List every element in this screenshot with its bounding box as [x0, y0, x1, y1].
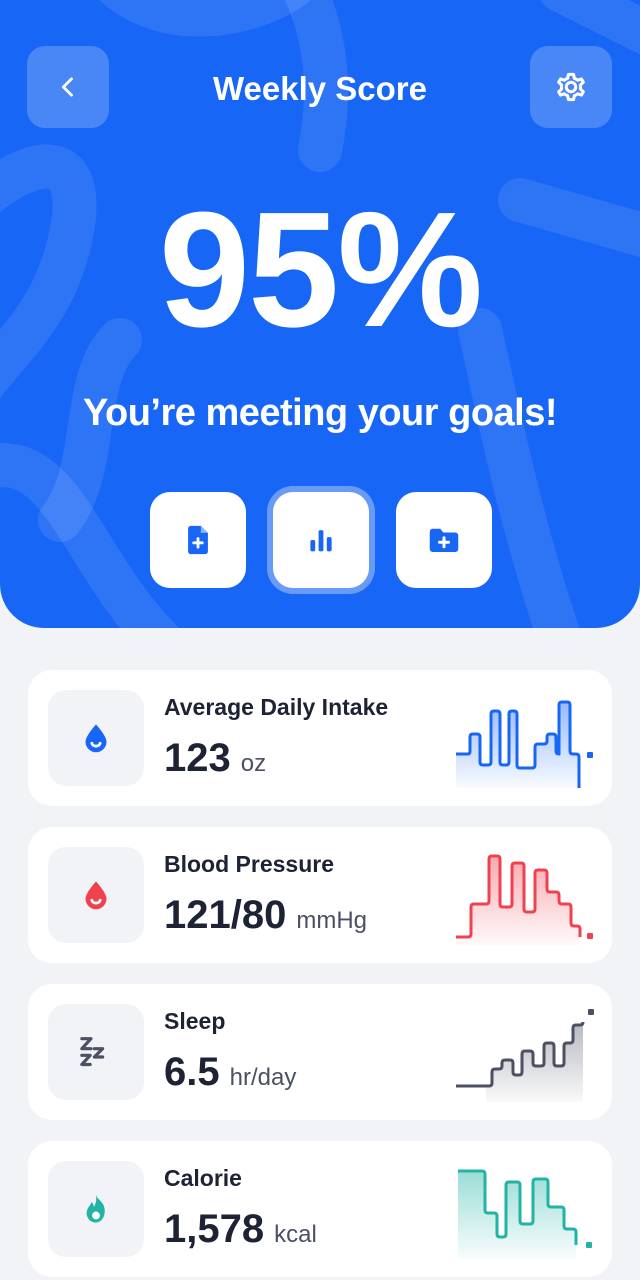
metric-value: 123 oz: [164, 736, 266, 781]
intake-sparkline: [456, 700, 593, 788]
metric-unit: mmHg: [296, 907, 368, 934]
score-message: You’re meeting your goals!: [82, 392, 558, 434]
metric-card-calorie[interactable]: Calorie 1,578 kcal: [28, 1141, 612, 1277]
metric-label: Calorie: [164, 1165, 242, 1191]
metric-icon-box: [48, 690, 144, 786]
metric-label: Sleep: [164, 1008, 226, 1034]
metric-card-sleep[interactable]: Sleep 6.5 hr/day: [28, 984, 612, 1120]
blood-pressure-sparkline: [456, 854, 593, 945]
sleep-zzz-icon: [80, 1037, 105, 1067]
metric-unit: kcal: [274, 1221, 317, 1248]
add-document-icon: [188, 525, 208, 555]
metric-label: Blood Pressure: [164, 851, 334, 877]
calorie-sparkline: [458, 1169, 592, 1259]
metric-icon-box: [48, 1004, 144, 1100]
metric-value: 6.5 hr/day: [164, 1050, 296, 1095]
score-header: Weekly Score 95% You’re meeting your goa…: [0, 0, 640, 628]
metric-card-blood-pressure[interactable]: Blood Pressure 121/80 mmHg: [28, 827, 612, 963]
chevron-left-icon: [61, 77, 73, 97]
metric-value: 121/80 mmHg: [164, 893, 367, 938]
add-document-button[interactable]: [150, 492, 246, 588]
bar-chart-icon: [310, 530, 332, 552]
metric-number: 123: [164, 736, 231, 780]
page-title: Weekly Score: [212, 70, 428, 107]
sleep-sparkline: [456, 1009, 594, 1102]
metric-icon-box: [48, 847, 144, 943]
metric-value: 1,578 kcal: [164, 1207, 317, 1252]
metric-number: 6.5: [164, 1050, 220, 1094]
add-folder-button[interactable]: [396, 492, 492, 588]
metric-icon-box: [48, 1161, 144, 1257]
blood-drop-icon: [85, 881, 107, 910]
metric-number: 121/80: [164, 893, 287, 937]
gear-icon: [557, 72, 585, 102]
metric-label: Average Daily Intake: [164, 694, 389, 720]
water-drop-icon: [85, 724, 107, 753]
settings-button[interactable]: [530, 46, 612, 128]
metric-number: 1,578: [164, 1207, 265, 1251]
back-button[interactable]: [27, 46, 109, 128]
metric-unit: oz: [240, 750, 267, 777]
metric-unit: hr/day: [229, 1064, 297, 1091]
metric-card-intake[interactable]: Average Daily Intake 123 oz: [28, 670, 612, 806]
statistics-button[interactable]: [273, 492, 369, 588]
add-folder-icon: [429, 528, 459, 552]
flame-icon: [86, 1194, 105, 1223]
score-percentage: 95%: [158, 178, 483, 361]
